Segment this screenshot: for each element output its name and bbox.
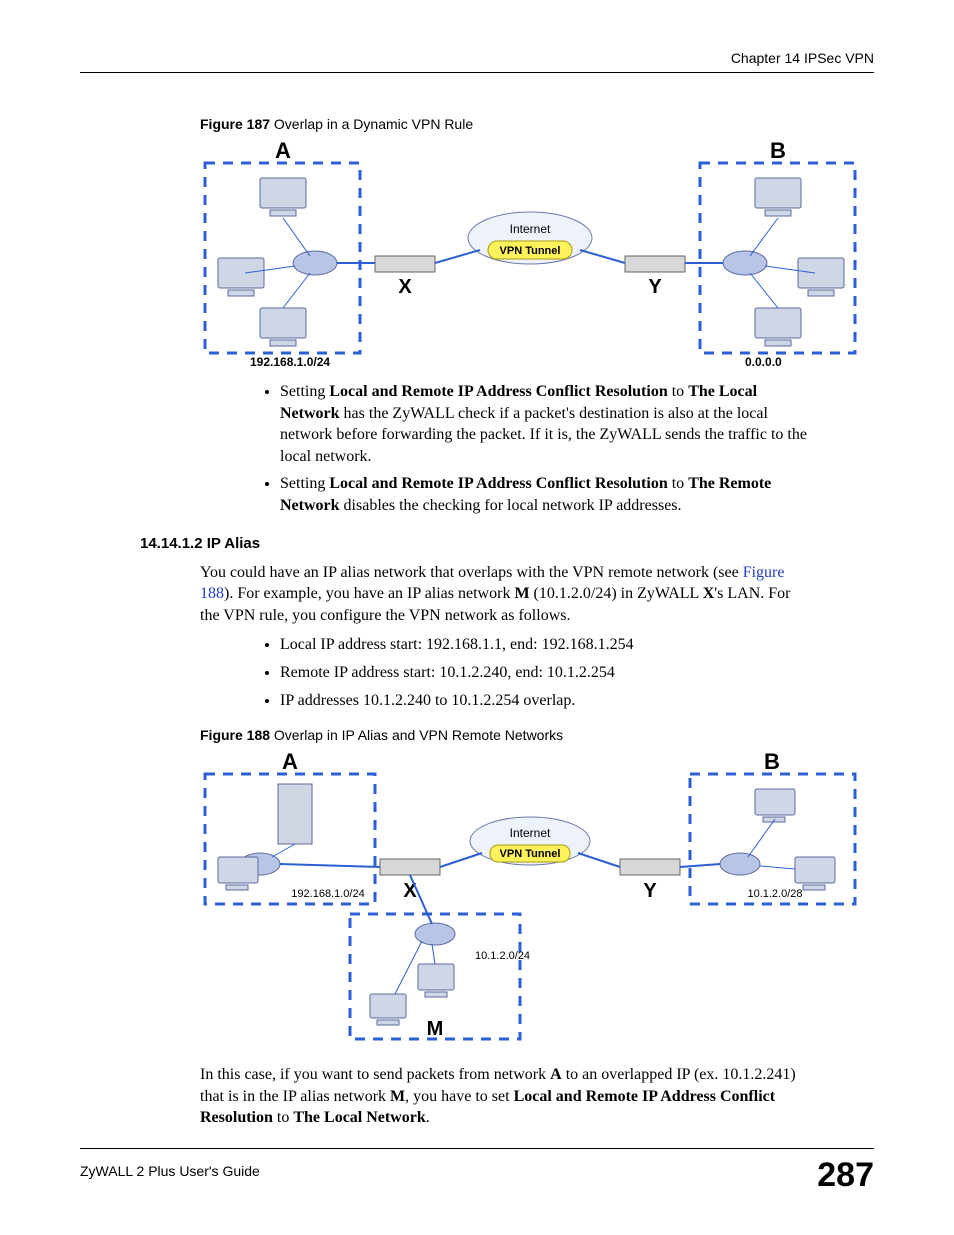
section-heading: 14.14.1.2 IP Alias <box>140 535 874 552</box>
figure-187-title: Overlap in a Dynamic VPN Rule <box>270 116 473 132</box>
paragraph-2: In this case, if you want to send packet… <box>200 1064 814 1129</box>
figure-188-caption: Figure 188 Overlap in IP Alias and VPN R… <box>200 727 874 743</box>
page-number: 287 <box>817 1156 874 1195</box>
bullet-1-1: Setting Local and Remote IP Address Conf… <box>280 381 814 467</box>
figure-188-num: Figure 188 <box>200 727 270 743</box>
figure-187-caption: Figure 187 Overlap in a Dynamic VPN Rule <box>200 116 874 132</box>
label-y-187: Y <box>648 276 662 298</box>
label-x-187: X <box>398 276 412 298</box>
label-a-188: A <box>282 749 298 774</box>
vpn-tunnel-188: VPN Tunnel <box>500 848 561 860</box>
header-rule <box>80 72 874 73</box>
internet-label: Internet <box>510 222 551 236</box>
bullet-2-3: IP addresses 10.1.2.240 to 10.1.2.254 ov… <box>280 690 814 712</box>
internet-label-188: Internet <box>510 826 551 840</box>
net-right-187: 0.0.0.0 <box>745 355 782 368</box>
chapter-header: Chapter 14 IPSec VPN <box>731 50 874 66</box>
label-a: A <box>275 138 291 163</box>
figure-187-num: Figure 187 <box>200 116 270 132</box>
figure-188-diagram: A B M 192.168.1.0/24 10.1.2.0/28 X Y <box>200 749 814 1054</box>
label-x-188: X <box>403 880 417 902</box>
vpn-tunnel-label: VPN Tunnel <box>500 245 561 257</box>
label-b: B <box>770 138 786 163</box>
page: Chapter 14 IPSec VPN Figure 187 Overlap … <box>0 0 954 1235</box>
figure-188-title: Overlap in IP Alias and VPN Remote Netwo… <box>270 727 563 743</box>
figure-187-diagram: A B <box>200 138 814 373</box>
paragraph-1: You could have an IP alias network that … <box>200 562 814 627</box>
net-m-188: 10.1.2.0/24 <box>475 950 530 962</box>
bullet-list-1: Setting Local and Remote IP Address Conf… <box>240 381 814 517</box>
net-right-188: 10.1.2.0/28 <box>747 888 802 900</box>
bullet-2-1: Local IP address start: 192.168.1.1, end… <box>280 634 814 656</box>
label-b-188: B <box>764 749 780 774</box>
footer-guide: ZyWALL 2 Plus User's Guide <box>80 1163 260 1179</box>
net-left-188: 192.168.1.0/24 <box>291 888 364 900</box>
bullet-1-2: Setting Local and Remote IP Address Conf… <box>280 473 814 516</box>
footer-rule <box>80 1148 874 1149</box>
bullet-list-2: Local IP address start: 192.168.1.1, end… <box>240 634 814 711</box>
net-left-187: 192.168.1.0/24 <box>250 355 330 368</box>
label-y-188: Y <box>643 880 657 902</box>
bullet-2-2: Remote IP address start: 10.1.2.240, end… <box>280 662 814 684</box>
label-m-188: M <box>427 1018 444 1040</box>
